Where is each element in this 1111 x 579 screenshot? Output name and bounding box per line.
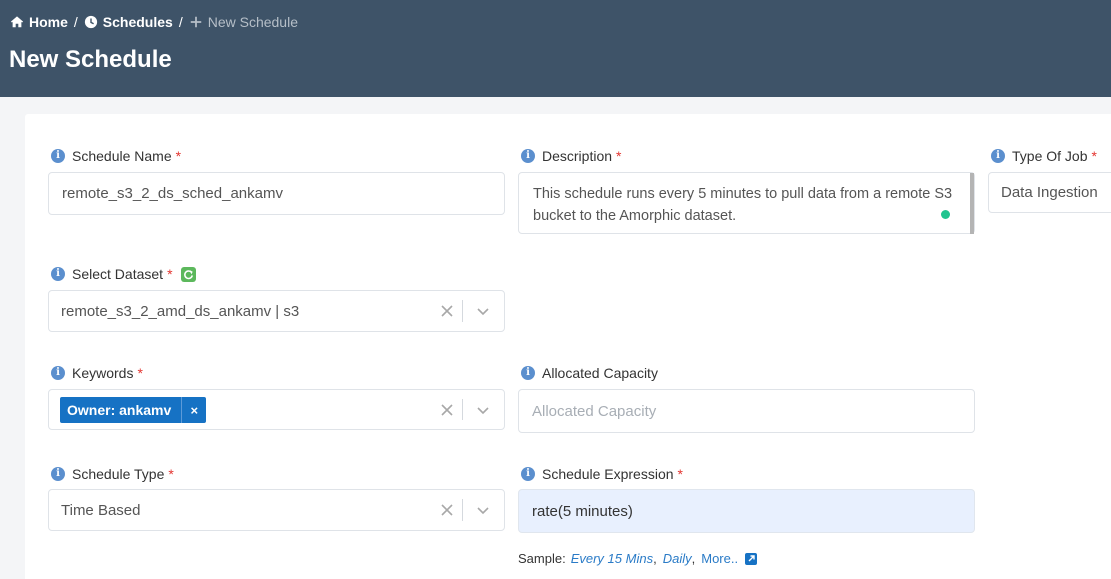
sample-daily-link[interactable]: Daily (663, 551, 692, 566)
clock-icon (84, 15, 97, 29)
page-header: Home / Schedules / New Schedule New Sche… (0, 0, 1111, 97)
page-title: New Schedule (9, 46, 172, 73)
allocated-capacity-input[interactable]: Allocated Capacity (518, 389, 975, 433)
schedule-expression-label: i Schedule Expression * (521, 466, 683, 482)
description-label: i Description * (521, 148, 621, 164)
info-icon[interactable]: i (51, 149, 65, 163)
breadcrumb-separator: / (178, 14, 183, 30)
clear-icon[interactable] (440, 304, 454, 318)
info-icon[interactable]: i (521, 467, 535, 481)
type-of-job-select[interactable]: Data Ingestion (988, 172, 1111, 213)
select-divider (462, 300, 463, 322)
select-dataset-select[interactable]: remote_s3_2_amd_ds_ankamv | s3 (48, 290, 505, 332)
type-of-job-label: i Type Of Job * (991, 148, 1097, 164)
info-icon[interactable]: i (521, 149, 535, 163)
clear-icon[interactable] (440, 403, 454, 417)
keyword-tag: Owner: ankamv × (60, 397, 207, 423)
keywords-select[interactable]: Owner: ankamv × (48, 389, 505, 430)
select-dataset-label: i Select Dataset * (51, 266, 196, 282)
schedule-name-input[interactable]: remote_s3_2_ds_sched_ankamv (48, 172, 505, 215)
schedule-expression-samples: Sample: Every 15 Mins , Daily , More.. (518, 551, 758, 566)
breadcrumb-home[interactable]: Home (10, 14, 68, 30)
sample-every-15-mins-link[interactable]: Every 15 Mins (571, 551, 653, 566)
select-divider (462, 499, 463, 521)
home-icon (10, 16, 24, 28)
breadcrumb: Home / Schedules / New Schedule (10, 14, 298, 30)
textarea-scrollbar[interactable] (970, 173, 974, 234)
clear-icon[interactable] (440, 503, 454, 517)
select-divider (462, 399, 463, 420)
info-icon[interactable]: i (521, 366, 535, 380)
chevron-down-icon[interactable] (475, 303, 491, 319)
allocated-capacity-label: i Allocated Capacity (521, 365, 658, 381)
chevron-down-icon[interactable] (475, 502, 491, 518)
description-textarea[interactable]: This schedule runs every 5 minutes to pu… (518, 172, 975, 234)
info-icon[interactable]: i (51, 467, 65, 481)
chevron-down-icon[interactable] (475, 402, 491, 418)
breadcrumb-current: New Schedule (189, 14, 298, 30)
schedule-type-label: i Schedule Type * (51, 466, 174, 482)
tag-remove-button[interactable]: × (181, 397, 206, 423)
schedule-type-select[interactable]: Time Based (48, 489, 505, 531)
schedule-name-label: i Schedule Name * (51, 148, 181, 164)
breadcrumb-schedules[interactable]: Schedules (84, 14, 173, 30)
sample-more-link[interactable]: More.. (701, 551, 738, 566)
keywords-label: i Keywords * (51, 365, 143, 381)
info-icon[interactable]: i (51, 267, 65, 281)
grammar-check-indicator[interactable] (941, 210, 950, 219)
info-icon[interactable]: i (991, 149, 1005, 163)
plus-icon (190, 16, 201, 28)
refresh-icon[interactable] (180, 266, 196, 282)
breadcrumb-separator: / (73, 14, 78, 30)
external-link-icon[interactable] (745, 552, 758, 565)
info-icon[interactable]: i (51, 366, 65, 380)
schedule-expression-input[interactable]: rate(5 minutes) (518, 489, 975, 533)
